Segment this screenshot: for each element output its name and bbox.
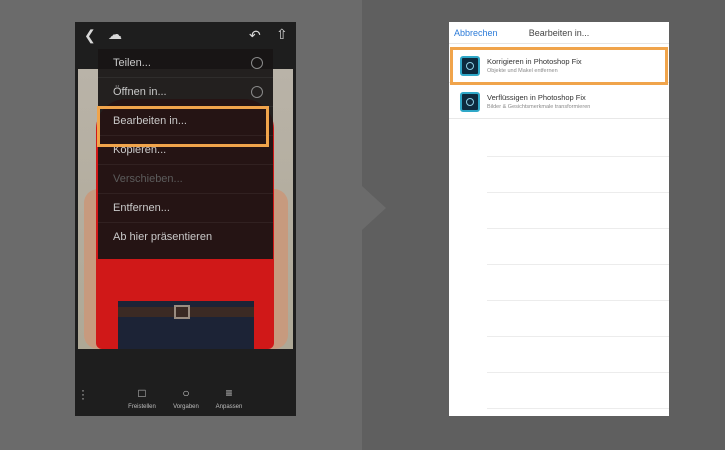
gear-icon — [251, 57, 263, 69]
gear-icon — [251, 86, 263, 98]
context-menu: Teilen... Öffnen in... Bearbeiten in... … — [98, 49, 273, 259]
menu-item-move: Verschieben... — [98, 165, 273, 194]
empty-row-separator — [487, 336, 669, 337]
more-options-icon[interactable]: · · · — [81, 384, 85, 404]
menu-item-label: Verschieben... — [113, 173, 183, 185]
empty-row-separator — [487, 264, 669, 265]
cloud-icon[interactable]: ☁ — [108, 27, 122, 41]
item-subtitle: Bilder & Gesichtsmerkmale transformieren — [487, 104, 591, 110]
empty-row-separator — [487, 192, 669, 193]
crop-tool-button[interactable]: □ Freistellen — [122, 386, 162, 410]
menu-item-label: Ab hier präsentieren — [113, 231, 213, 243]
menu-item-open-in[interactable]: Öffnen in... — [98, 78, 273, 107]
fix-correct-highlight — [450, 47, 668, 85]
share-icon[interactable]: ⇧ — [276, 27, 288, 41]
presets-icon: ○ — [182, 386, 190, 400]
sheet-header: Abbrechen Bearbeiten in... — [449, 22, 669, 44]
crop-icon: □ — [138, 386, 146, 400]
chevron-left-icon[interactable]: ❮ — [84, 28, 96, 42]
list-item-fix-liquify[interactable]: Verflüssigen in Photoshop Fix Bilder & G… — [449, 86, 669, 119]
menu-item-label: Öffnen in... — [113, 86, 167, 98]
menu-item-label: Entfernen... — [113, 202, 170, 214]
item-title: Verflüssigen in Photoshop Fix — [487, 93, 586, 102]
empty-row-separator — [487, 408, 669, 409]
empty-row-separator — [487, 156, 669, 157]
transition-arrow — [362, 186, 386, 230]
photoshop-fix-icon — [460, 92, 480, 112]
sheet-title: Bearbeiten in... — [528, 28, 590, 38]
menu-item-remove[interactable]: Entfernen... — [98, 194, 273, 223]
adjust-tool-label: Anpassen — [215, 404, 243, 410]
empty-row-separator — [487, 228, 669, 229]
empty-row-separator — [487, 300, 669, 301]
edit-in-highlight — [97, 106, 269, 147]
presets-tool-button[interactable]: ○ Vorgaben — [166, 386, 206, 410]
presets-tool-label: Vorgaben — [173, 404, 199, 410]
left-phone-screen: ❮ ☁ ↶ ⇧ Teilen... Öffnen in... Bearbeite… — [75, 22, 296, 416]
adjust-tool-button[interactable]: ≡ Anpassen — [209, 386, 249, 410]
menu-item-present[interactable]: Ab hier präsentieren — [98, 223, 273, 252]
bottom-toolbar: · · · □ Freistellen ○ Vorgaben ≡ Anpassen — [75, 382, 296, 416]
undo-icon[interactable]: ↶ — [249, 28, 261, 42]
top-bar: ❮ ☁ ↶ ⇧ — [75, 22, 296, 48]
photo-belt-buckle — [174, 305, 190, 319]
sliders-icon: ≡ — [225, 386, 233, 400]
empty-row-separator — [487, 372, 669, 373]
menu-item-share[interactable]: Teilen... — [98, 49, 273, 78]
crop-tool-label: Freistellen — [128, 404, 156, 410]
menu-item-label: Teilen... — [113, 57, 151, 69]
